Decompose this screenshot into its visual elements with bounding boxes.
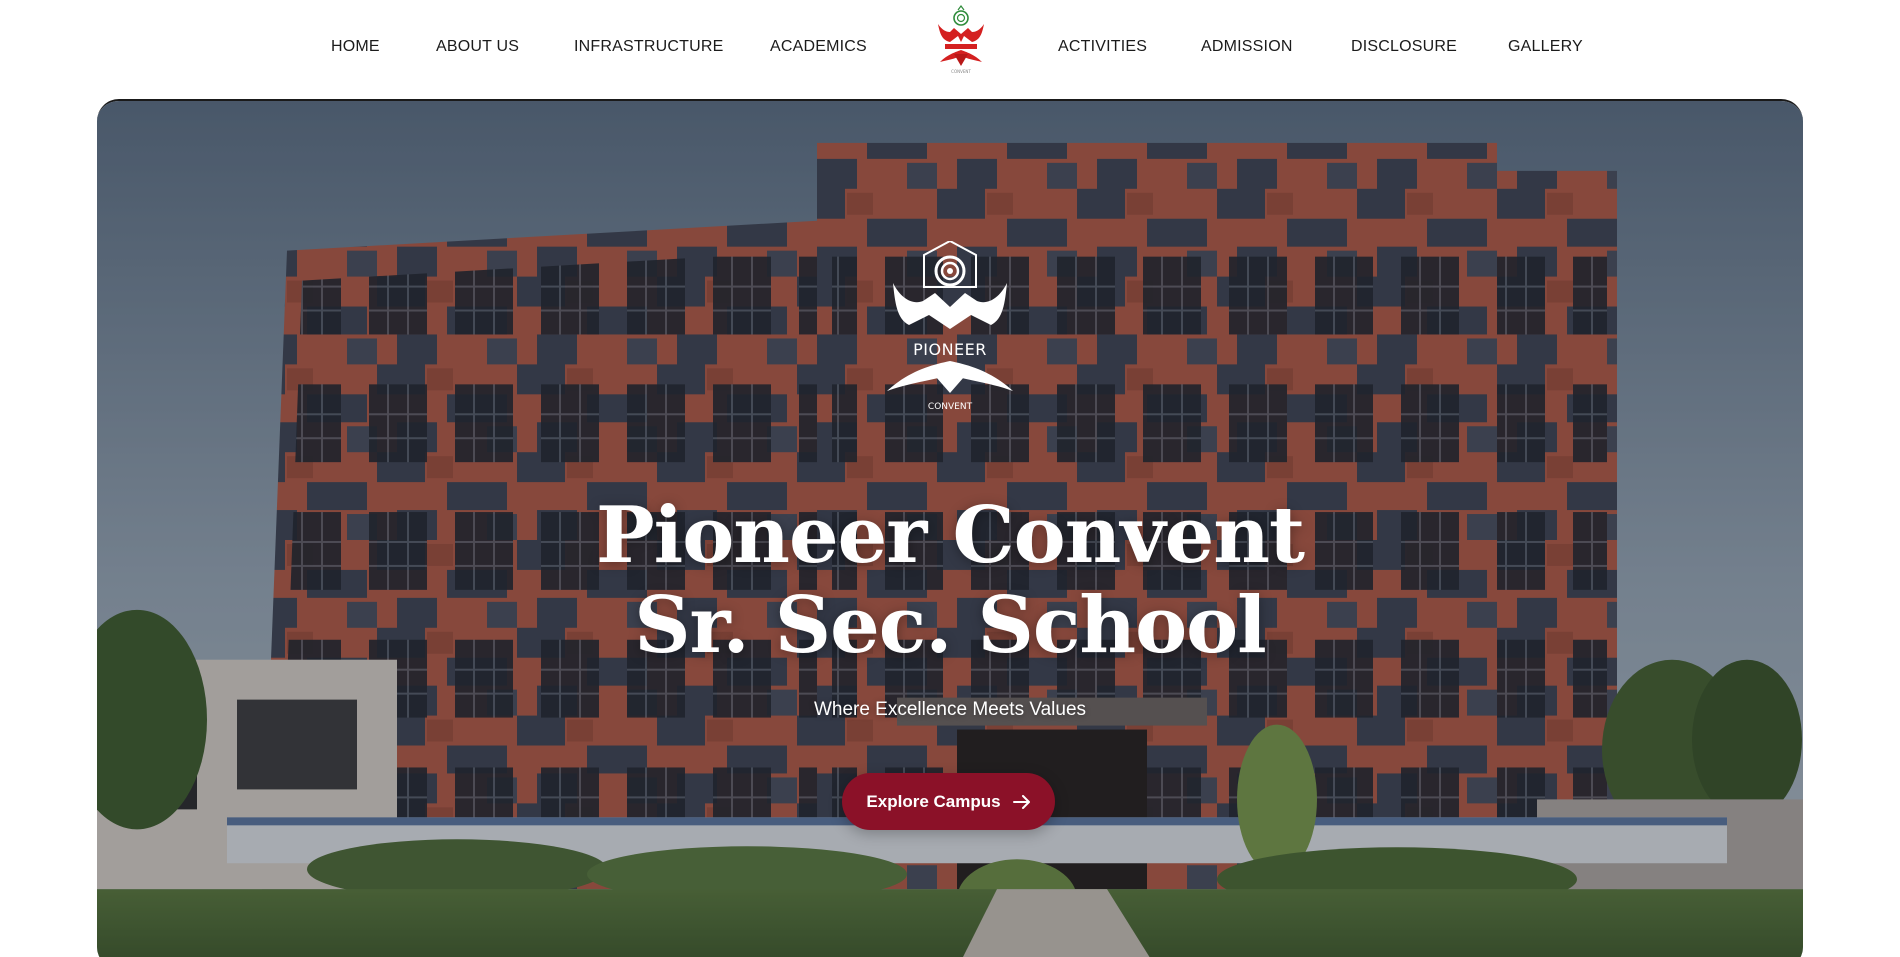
- hero-title-line1: Pioneer Convent: [595, 490, 1305, 581]
- nav-academics[interactable]: ACADEMICS: [770, 38, 867, 56]
- emblem-text-pioneer: PIONEER: [913, 340, 987, 359]
- top-navigation: HOME ABOUT US INFRASTRUCTURE ACADEMICS C…: [0, 0, 1900, 98]
- nav-disclosure[interactable]: DISCLOSURE: [1351, 38, 1457, 56]
- hero-section: PIONEER CONVENT Pioneer Convent Sr. Sec.…: [97, 99, 1803, 957]
- nav-activities[interactable]: ACTIVITIES: [1058, 38, 1147, 56]
- nav-admission[interactable]: ADMISSION: [1201, 38, 1293, 56]
- emblem-text-convent: CONVENT: [928, 402, 973, 412]
- explore-campus-button[interactable]: Explore Campus: [842, 773, 1055, 830]
- nav-infrastructure[interactable]: INFRASTRUCTURE: [574, 38, 723, 56]
- explore-campus-label: Explore Campus: [866, 791, 1001, 811]
- pioneer-convent-emblem-icon: PIONEER CONVENT: [879, 239, 1021, 413]
- svg-text:CONVENT: CONVENT: [951, 69, 971, 74]
- nav-about-us[interactable]: ABOUT US: [436, 38, 519, 56]
- hero-title-line2: Sr. Sec. School: [634, 580, 1267, 671]
- pioneer-logo-icon[interactable]: CONVENT: [928, 4, 994, 76]
- nav-gallery[interactable]: GALLERY: [1508, 38, 1583, 56]
- hero-tagline: Where Excellence Meets Values: [813, 699, 1087, 720]
- arrow-right-icon: [1012, 794, 1030, 809]
- nav-home[interactable]: HOME: [331, 38, 380, 56]
